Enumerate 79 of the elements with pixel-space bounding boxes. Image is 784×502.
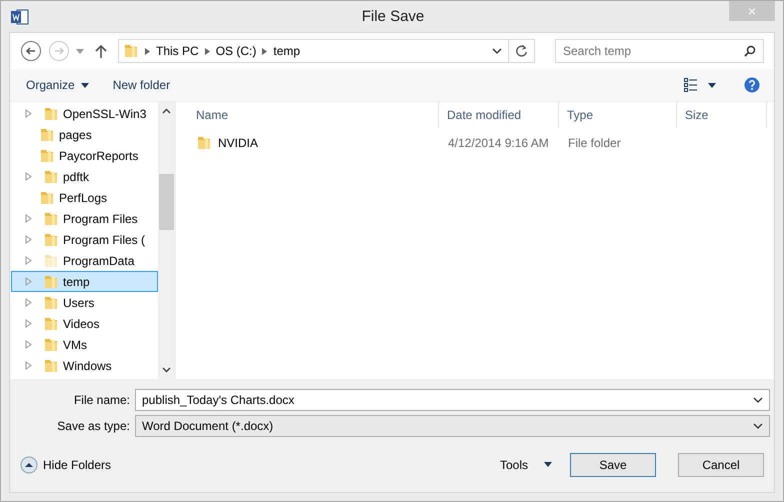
cancel-button[interactable]: Cancel — [678, 452, 764, 476]
folder-icon — [39, 126, 55, 142]
file-name-cell[interactable]: NVIDIA — [176, 135, 439, 151]
chevron-icon — [145, 48, 150, 54]
folder-icon — [123, 43, 139, 59]
collapse-icon — [20, 456, 38, 474]
breadcrumb[interactable]: temp — [273, 44, 300, 58]
file-name-field[interactable]: publish_Today's Charts.docx — [135, 389, 770, 411]
folder-icon — [43, 294, 59, 310]
forward-button[interactable] — [48, 40, 70, 62]
column-header[interactable]: Date modified — [439, 102, 559, 128]
folder-tree-item[interactable]: PerfLogs — [11, 187, 158, 208]
expand-icon[interactable] — [25, 277, 32, 286]
folder-icon — [43, 106, 59, 122]
window-title: File Save — [362, 8, 424, 25]
folder-tree-item[interactable]: Users — [11, 292, 158, 313]
folder-tree-item[interactable]: pages — [11, 124, 158, 145]
recent-dropdown-icon[interactable] — [76, 48, 84, 54]
table-cell-text: 4/12/2014 9:16 AM — [447, 136, 550, 150]
folder-tree-item[interactable]: Videos — [11, 313, 158, 334]
search-icon — [744, 45, 756, 57]
scroll-down-icon[interactable] — [162, 367, 171, 373]
word-icon — [11, 8, 29, 24]
folder-icon — [43, 210, 59, 226]
expand-icon[interactable] — [25, 319, 32, 328]
folder-icon — [43, 274, 59, 290]
back-button[interactable] — [20, 40, 42, 62]
folder-tree-item[interactable]: temp — [11, 271, 158, 292]
folder-tree-item[interactable]: VMs — [11, 334, 158, 355]
expand-icon[interactable] — [25, 214, 32, 223]
view-options-icon[interactable] — [684, 78, 716, 92]
folder-icon — [43, 252, 59, 268]
scrollbar[interactable] — [158, 102, 175, 379]
folder-icon — [43, 316, 59, 332]
scroll-up-icon[interactable] — [162, 108, 171, 114]
breadcrumb[interactable]: OS (C:) — [216, 44, 256, 58]
save-button[interactable]: Save — [570, 452, 656, 476]
search-field[interactable]: Search temp — [555, 39, 764, 63]
hide-folders-button[interactable]: Hide Folders — [20, 456, 112, 474]
folder-tree-item[interactable]: OpenSSL-Win3 — [11, 103, 158, 124]
expand-icon[interactable] — [25, 109, 32, 118]
address-bar[interactable]: This PC OS (C:) temp — [118, 39, 535, 63]
folder-tree-item[interactable]: ProgramData — [11, 250, 158, 271]
folder-icon — [39, 190, 55, 206]
breadcrumb[interactable]: This PC — [156, 44, 199, 58]
folder-icon — [196, 135, 212, 151]
folder-icon — [43, 232, 59, 248]
folder-tree-item[interactable]: Program Files — [11, 208, 158, 229]
column-header[interactable]: Size — [677, 102, 767, 128]
up-arrow-icon — [95, 44, 107, 58]
scroll-thumb[interactable] — [159, 174, 174, 230]
folder-tree-item[interactable]: Program Files ( — [11, 229, 158, 250]
expand-icon[interactable] — [25, 256, 32, 265]
save-type-dropdown[interactable]: Word Document (*.docx) — [135, 415, 770, 437]
tools-button[interactable]: Tools — [492, 454, 560, 476]
folder-icon — [43, 358, 59, 374]
folder-icon — [43, 168, 59, 184]
expand-icon[interactable] — [25, 172, 32, 181]
expand-icon[interactable] — [25, 361, 32, 370]
column-header[interactable]: Type — [559, 102, 677, 128]
caret-icon — [80, 82, 89, 88]
expand-icon[interactable] — [25, 235, 32, 244]
help-icon[interactable] — [744, 77, 760, 93]
folder-icon — [39, 148, 55, 164]
folder-icon — [43, 336, 59, 352]
caret-icon — [544, 462, 552, 467]
chevron-icon — [204, 48, 210, 54]
folder-tree-item[interactable]: Windows — [11, 355, 158, 376]
organize-button[interactable]: Organize — [18, 74, 97, 96]
table-cell-text: File folder — [567, 136, 622, 150]
field-label: Save as type: — [56, 419, 131, 433]
column-header[interactable]: Name — [176, 102, 439, 128]
expand-icon[interactable] — [25, 340, 32, 349]
expand-icon[interactable] — [25, 298, 32, 307]
field-label: File name: — [72, 393, 131, 407]
new-folder-button[interactable]: New folder — [104, 74, 178, 96]
chevron-icon — [262, 48, 268, 54]
folder-tree-item[interactable]: pdftk — [11, 166, 158, 187]
folder-tree-item[interactable]: PaycorReports — [11, 145, 158, 166]
